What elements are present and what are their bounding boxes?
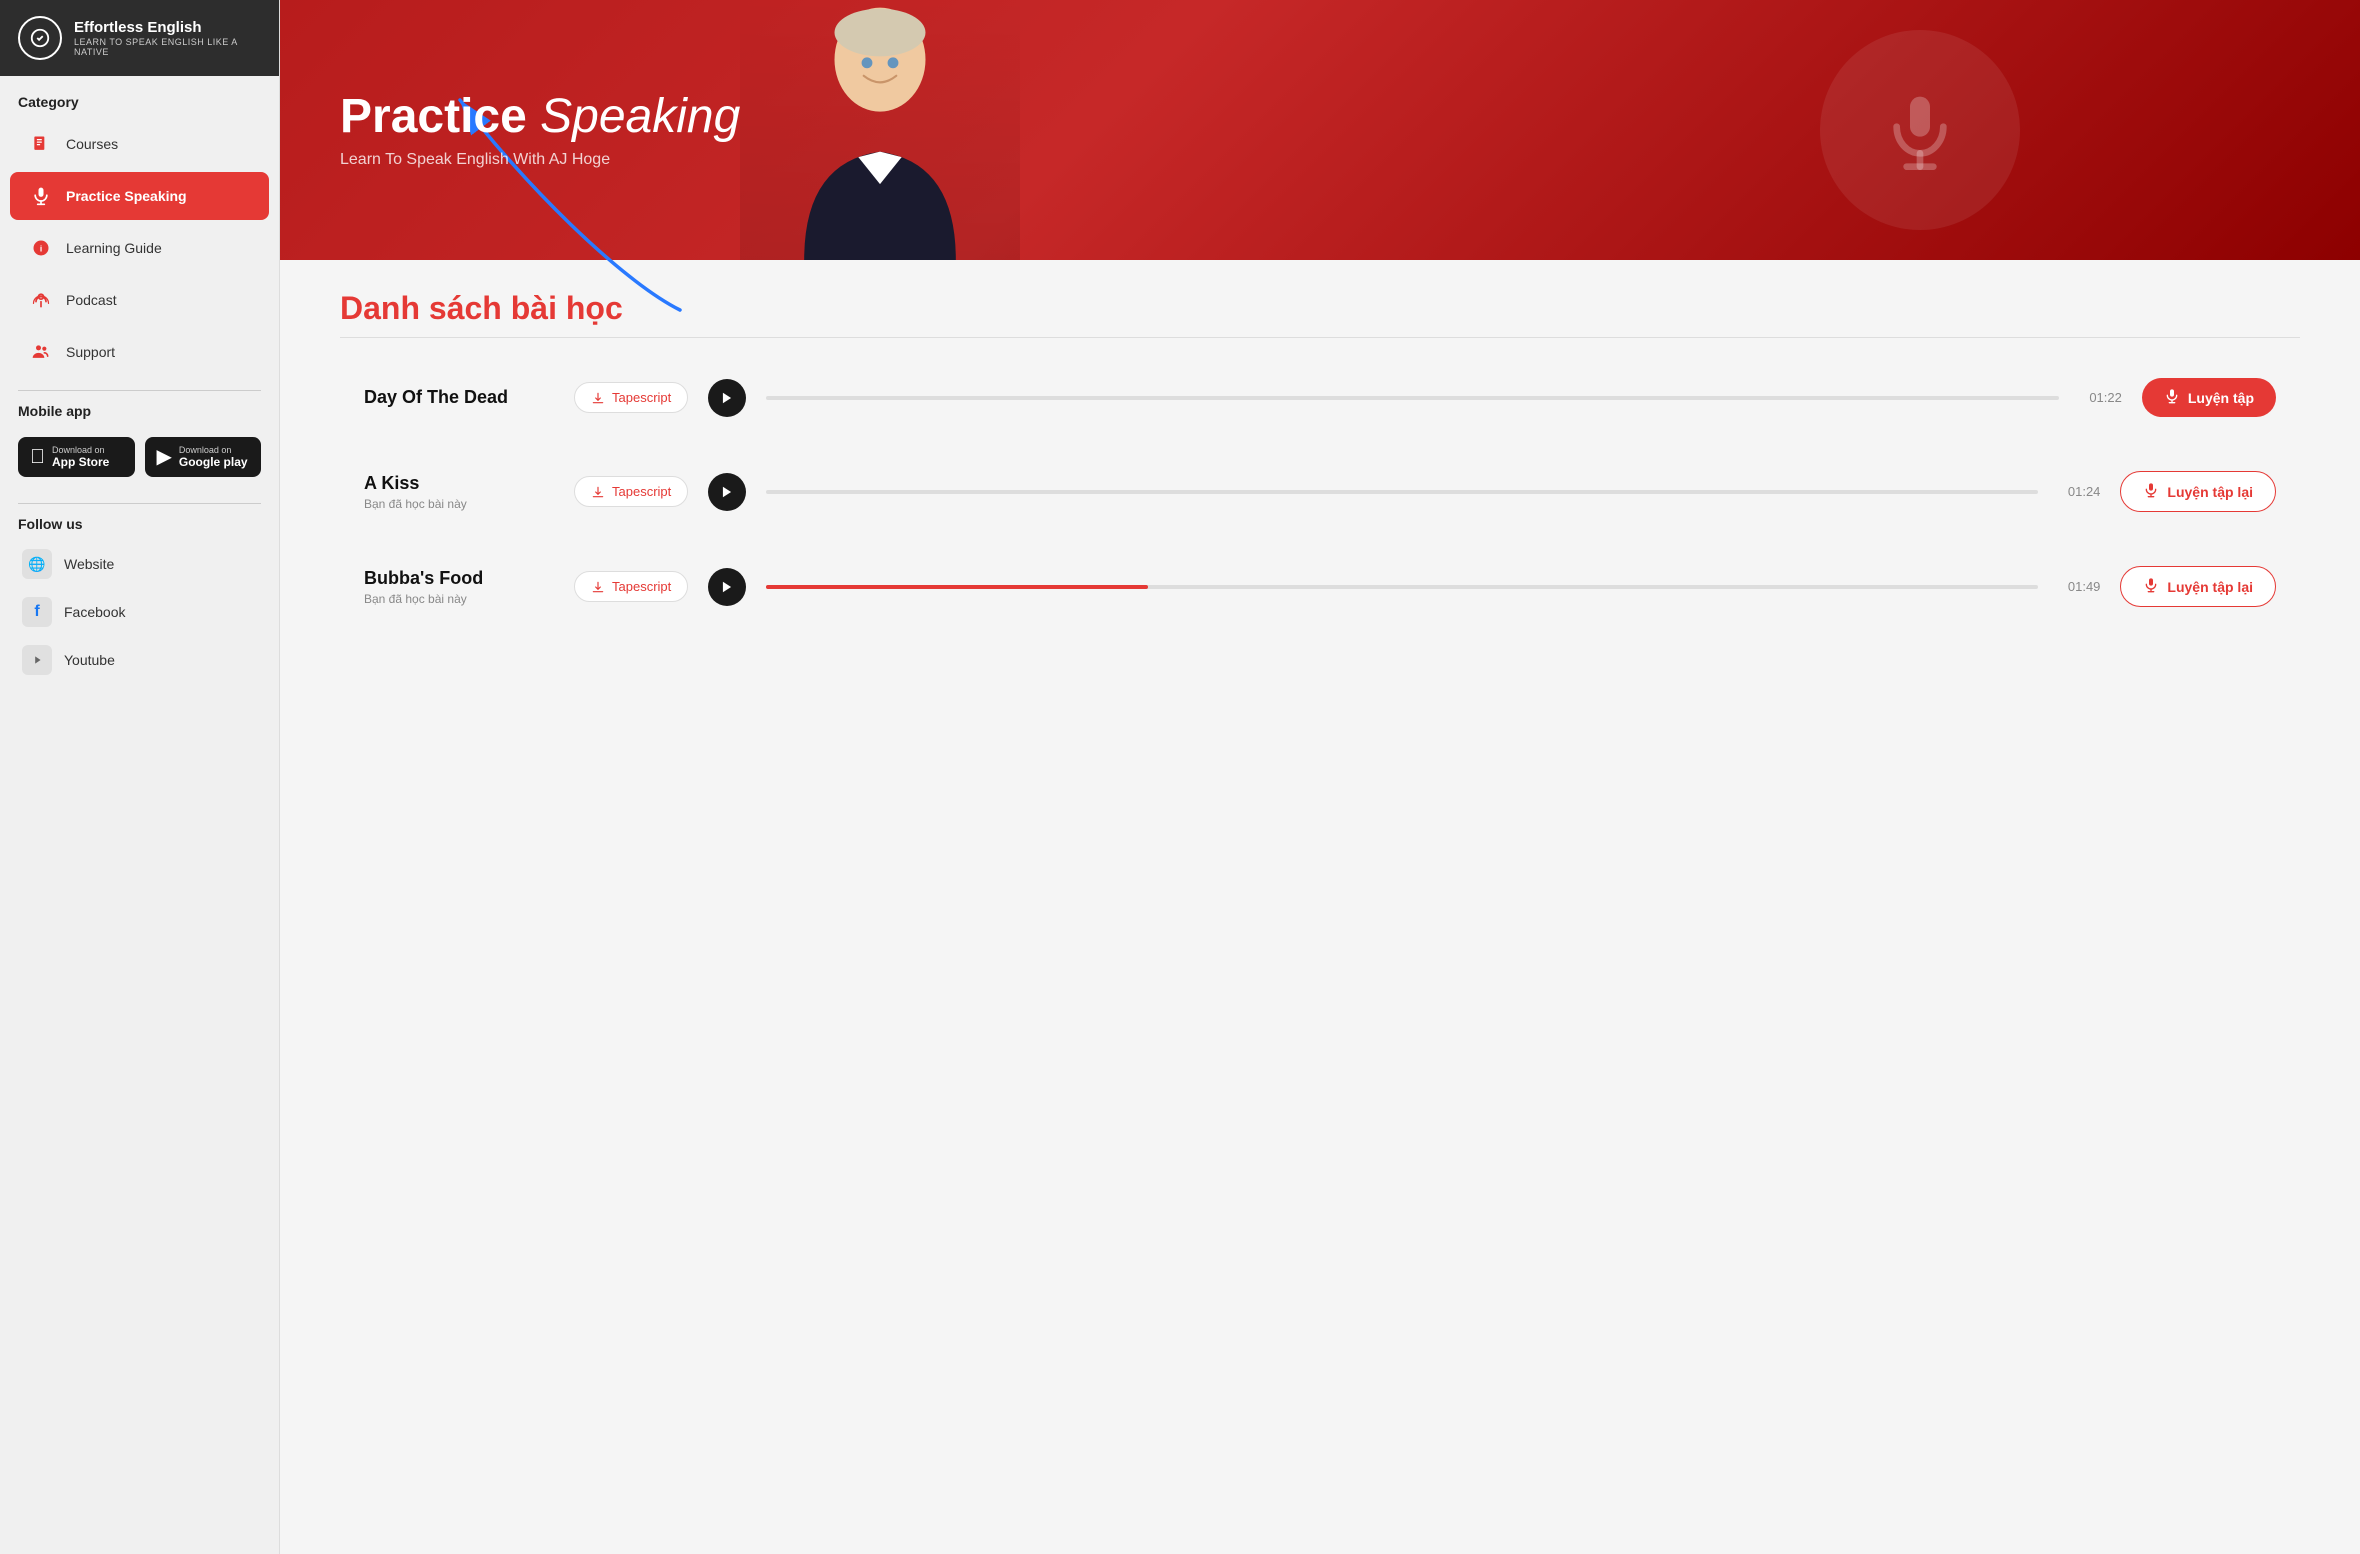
progress-fill-3 [766, 585, 1147, 589]
lesson-2-title: A Kiss [364, 473, 554, 494]
download-icon-1 [591, 391, 605, 405]
hero-subtitle: Learn To Speak English With AJ Hoge [340, 151, 740, 169]
lesson-card-2: A Kiss Bạn đã học bài này Tapescript 01:… [340, 451, 2300, 532]
website-label: Website [64, 556, 114, 572]
practice-mic-icon-1 [2164, 388, 2180, 407]
lesson-card-1: Day Of The Dead Tapescript 01:22 [340, 358, 2300, 437]
tapescript-btn-2[interactable]: Tapescript [574, 476, 688, 507]
practice-btn-1[interactable]: Luyện tập [2142, 378, 2276, 417]
play-btn-3[interactable] [708, 568, 746, 606]
follow-label: Follow us [18, 516, 261, 540]
hero-title: Practice Speaking [340, 91, 740, 144]
section-heading-area: Danh sách bài học [280, 260, 2360, 337]
follow-facebook[interactable]: f Facebook [18, 588, 261, 636]
tapescript-btn-3[interactable]: Tapescript [574, 571, 688, 602]
app-buttons:  Download on App Store ▶ Download on Go… [18, 437, 261, 477]
learning-guide-icon: i [28, 235, 54, 261]
hero-banner: Practice Speaking Learn To Speak English… [280, 0, 2360, 260]
sidebar-item-courses[interactable]: Courses [10, 120, 269, 168]
mobile-app-label: Mobile app [18, 403, 261, 427]
support-icon [28, 339, 54, 365]
divider-1 [18, 390, 261, 391]
practice-mic-icon-2 [2143, 482, 2159, 501]
practice-speaking-label: Practice Speaking [66, 188, 187, 204]
lesson-list: Day Of The Dead Tapescript 01:22 [280, 337, 2360, 681]
youtube-icon [22, 645, 52, 675]
svg-text:i: i [40, 243, 42, 253]
download-icon-2 [591, 485, 605, 499]
progress-bar-3[interactable] [766, 585, 2038, 589]
app-store-button[interactable]:  Download on App Store [18, 437, 135, 477]
google-play-icon: ▶ [157, 447, 172, 467]
list-divider [340, 337, 2300, 338]
lesson-3-title: Bubba's Food [364, 568, 554, 589]
play-icon-2 [720, 485, 734, 499]
hero-mic-background [1820, 30, 2020, 230]
app-subtitle: LEARN TO SPEAK ENGLISH LIKE A NATIVE [74, 37, 261, 57]
podcast-label: Podcast [66, 292, 117, 308]
follow-section: Follow us 🌐 Website f Facebook Youtube [0, 516, 279, 698]
annotation-area: Danh sách bài học [280, 260, 2360, 337]
lesson-card-3: Bubba's Food Bạn đã học bài này Tapescri… [340, 546, 2300, 627]
courses-label: Courses [66, 136, 118, 152]
progress-bar-1[interactable] [766, 396, 2059, 400]
courses-icon [28, 131, 54, 157]
progress-bar-2[interactable] [766, 490, 2038, 494]
download-icon-3 [591, 580, 605, 594]
google-play-button[interactable]: ▶ Download on Google play [145, 437, 262, 477]
lesson-1-title: Day Of The Dead [364, 387, 554, 408]
practice-btn-3[interactable]: Luyện tập lại [2120, 566, 2276, 607]
duration-3: 01:49 [2068, 579, 2101, 594]
follow-youtube[interactable]: Youtube [18, 636, 261, 684]
podcast-icon [28, 287, 54, 313]
app-store-text: Download on App Store [52, 445, 109, 469]
play-icon-1 [720, 391, 734, 405]
play-btn-2[interactable] [708, 473, 746, 511]
duration-1: 01:22 [2089, 390, 2122, 405]
learning-guide-label: Learning Guide [66, 240, 162, 256]
hero-content: Practice Speaking Learn To Speak English… [340, 91, 740, 170]
sidebar-item-podcast[interactable]: Podcast [10, 276, 269, 324]
lesson-3-info: Bubba's Food Bạn đã học bài này [364, 568, 554, 606]
duration-2: 01:24 [2068, 484, 2101, 499]
divider-2 [18, 503, 261, 504]
practice-speaking-icon [28, 183, 54, 209]
google-play-text: Download on Google play [179, 445, 248, 469]
youtube-label: Youtube [64, 652, 115, 668]
category-label: Category [0, 76, 279, 118]
facebook-label: Facebook [64, 604, 125, 620]
sidebar-header: Effortless English LEARN TO SPEAK ENGLIS… [0, 0, 279, 76]
hero-person-image [740, 0, 1020, 260]
facebook-icon: f [22, 597, 52, 627]
follow-website[interactable]: 🌐 Website [18, 540, 261, 588]
apple-icon:  [30, 447, 45, 467]
play-btn-1[interactable] [708, 379, 746, 417]
website-icon: 🌐 [22, 549, 52, 579]
app-title: Effortless English [74, 19, 261, 37]
practice-btn-2[interactable]: Luyện tập lại [2120, 471, 2276, 512]
section-title: Danh sách bài học [340, 290, 2300, 327]
lesson-1-info: Day Of The Dead [364, 387, 554, 408]
lesson-2-info: A Kiss Bạn đã học bài này [364, 473, 554, 511]
main-content: Practice Speaking Learn To Speak English… [280, 0, 2360, 1554]
lesson-3-subtitle: Bạn đã học bài này [364, 592, 554, 606]
play-icon-3 [720, 580, 734, 594]
sidebar-item-learning-guide[interactable]: i Learning Guide [10, 224, 269, 272]
sidebar-item-practice-speaking[interactable]: Practice Speaking [10, 172, 269, 220]
lesson-2-subtitle: Bạn đã học bài này [364, 497, 554, 511]
support-label: Support [66, 344, 115, 360]
logo-icon [18, 16, 62, 60]
tapescript-btn-1[interactable]: Tapescript [574, 382, 688, 413]
practice-mic-icon-3 [2143, 577, 2159, 596]
sidebar-item-support[interactable]: Support [10, 328, 269, 376]
mobile-app-section: Mobile app  Download on App Store ▶ Dow… [0, 403, 279, 491]
sidebar: Effortless English LEARN TO SPEAK ENGLIS… [0, 0, 280, 1554]
logo-text: Effortless English LEARN TO SPEAK ENGLIS… [74, 19, 261, 57]
